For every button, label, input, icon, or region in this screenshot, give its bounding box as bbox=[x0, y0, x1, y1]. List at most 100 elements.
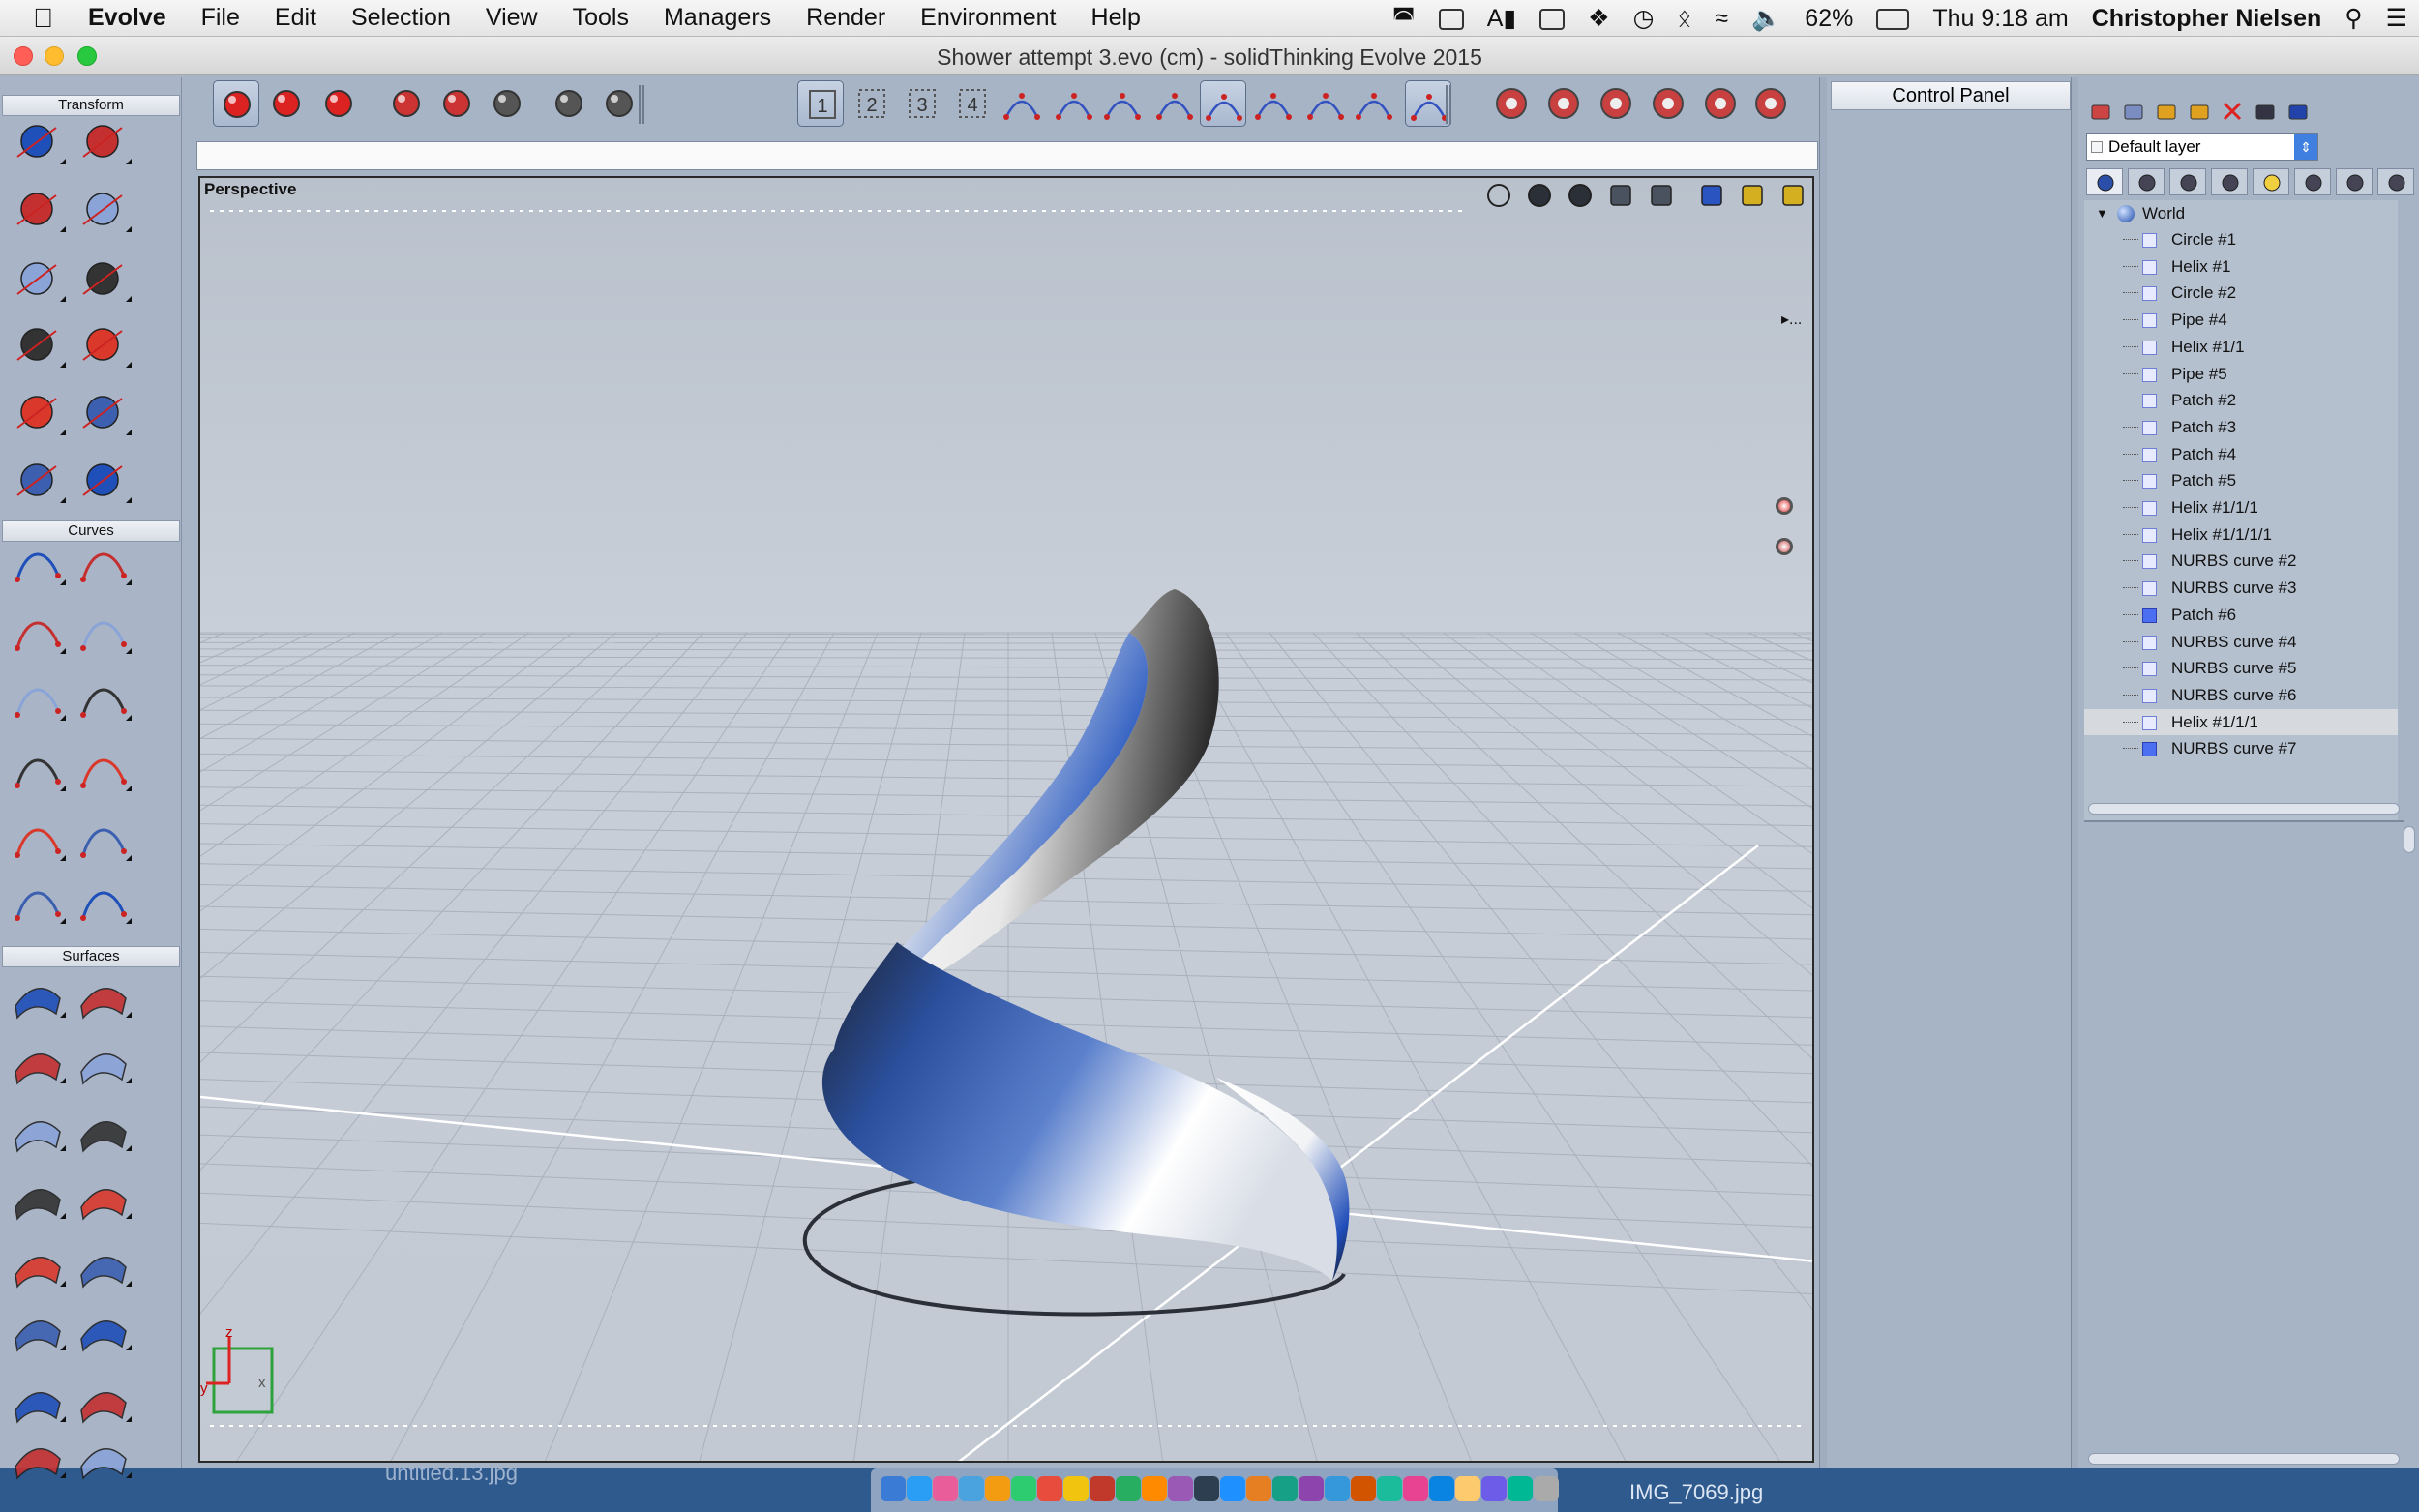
tree-item[interactable]: Helix #1/1/1 bbox=[2084, 494, 2398, 520]
browser-objects-icon[interactable] bbox=[2088, 99, 2113, 124]
palette-tool-4-icon[interactable] bbox=[75, 184, 134, 238]
browser-plane-icon[interactable] bbox=[2253, 99, 2278, 124]
disclosure-triangle-icon[interactable]: ▼ bbox=[2096, 200, 2108, 226]
dock-app-icon[interactable] bbox=[1063, 1476, 1089, 1501]
dock-app-icon[interactable] bbox=[1011, 1476, 1036, 1501]
apple-menu-icon[interactable]:  bbox=[0, 3, 71, 34]
wifi-icon[interactable]: ≈ bbox=[1703, 5, 1740, 33]
palette-tool-34-icon[interactable] bbox=[75, 1238, 134, 1292]
toolbar-render-settings-icon[interactable] bbox=[1540, 80, 1587, 127]
toolbar-grid-snap-icon[interactable] bbox=[484, 80, 530, 127]
dock-app-icon[interactable] bbox=[1299, 1476, 1324, 1501]
palette-tool-18-icon[interactable] bbox=[75, 672, 134, 726]
palette-tool-39-icon[interactable] bbox=[10, 1430, 68, 1484]
toolbar-snap-points-icon[interactable] bbox=[546, 80, 592, 127]
menu-view[interactable]: View bbox=[468, 4, 555, 32]
dock-app-icon[interactable] bbox=[1194, 1476, 1219, 1501]
dock-app-icon[interactable] bbox=[1351, 1476, 1376, 1501]
clock[interactable]: Thu 9:18 am bbox=[1921, 5, 2079, 33]
toolbar-zoom-icon[interactable] bbox=[383, 80, 430, 127]
control-panel-title[interactable]: Control Panel bbox=[1831, 81, 2071, 110]
close-window-button[interactable] bbox=[14, 46, 33, 66]
palette-tool-20-icon[interactable] bbox=[75, 743, 134, 797]
perspective-viewport[interactable]: z y x Perspective ▸... bbox=[198, 176, 1814, 1463]
screen-icon[interactable] bbox=[1528, 5, 1576, 33]
splitter-viewport-control[interactable] bbox=[1819, 77, 1827, 1468]
palette-tool-35-icon[interactable] bbox=[10, 1302, 68, 1356]
palette-tool-30-icon[interactable] bbox=[75, 1103, 134, 1157]
toolbar-material-icon[interactable] bbox=[1645, 80, 1691, 127]
time-machine-icon[interactable]: ◷ bbox=[1622, 4, 1666, 33]
palette-tool-5-icon[interactable] bbox=[10, 253, 68, 308]
tree-root-world[interactable]: ▼ World bbox=[2084, 200, 2398, 226]
dock-app-icon[interactable] bbox=[1168, 1476, 1193, 1501]
dock-app-icon[interactable] bbox=[1534, 1476, 1559, 1501]
properties-scrollbar[interactable] bbox=[2404, 826, 2415, 853]
menu-selection[interactable]: Selection bbox=[334, 4, 468, 32]
palette-tool-36-icon[interactable] bbox=[75, 1302, 134, 1356]
dock-app-icon[interactable] bbox=[1377, 1476, 1402, 1501]
spotlight-icon[interactable]: ⚲ bbox=[2333, 4, 2374, 33]
viewport-layers-icon[interactable] bbox=[1605, 180, 1636, 211]
scene-canvas[interactable]: z y x bbox=[200, 178, 1814, 1463]
viewport-box-texture-icon[interactable] bbox=[1777, 180, 1808, 211]
palette-tool-33-icon[interactable] bbox=[10, 1238, 68, 1292]
tree-item[interactable]: Patch #5 bbox=[2084, 467, 2398, 493]
toolbar-snap-b-icon[interactable] bbox=[1051, 80, 1097, 127]
toolbar-snap-g-icon[interactable] bbox=[1302, 80, 1349, 127]
palette-tool-14-icon[interactable] bbox=[75, 537, 134, 591]
palette-tool-8-icon[interactable] bbox=[75, 319, 134, 373]
tree-item[interactable]: Circle #2 bbox=[2084, 280, 2398, 306]
menu-file[interactable]: File bbox=[184, 4, 257, 32]
toolbar-view-2-icon[interactable]: 2 bbox=[848, 80, 894, 127]
browser-tab-cameras-icon[interactable] bbox=[2211, 168, 2248, 195]
menu-managers[interactable]: Managers bbox=[646, 4, 789, 32]
palette-tool-40-icon[interactable] bbox=[75, 1430, 134, 1484]
tree-item[interactable]: Patch #3 bbox=[2084, 414, 2398, 440]
browser-folder-icon[interactable] bbox=[2187, 99, 2212, 124]
dock-app-icon[interactable] bbox=[1090, 1476, 1115, 1501]
palette-tool-27-icon[interactable] bbox=[10, 1035, 68, 1089]
tree-item[interactable]: Pipe #5 bbox=[2084, 361, 2398, 387]
palette-tool-32-icon[interactable] bbox=[75, 1171, 134, 1225]
palette-tool-12-icon[interactable] bbox=[75, 455, 134, 509]
viewport-wireframe-icon[interactable] bbox=[1483, 180, 1514, 211]
tree-item[interactable]: NURBS curve #6 bbox=[2084, 682, 2398, 708]
palette-tool-17-icon[interactable] bbox=[10, 672, 68, 726]
viewport-box-yellow-icon[interactable] bbox=[1737, 180, 1768, 211]
tree-item[interactable]: Circle #1 bbox=[2084, 226, 2398, 252]
tree-item[interactable]: NURBS curve #2 bbox=[2084, 548, 2398, 574]
dock-app-icon[interactable] bbox=[1246, 1476, 1271, 1501]
menu-tools[interactable]: Tools bbox=[555, 4, 646, 32]
dock-app-icon[interactable] bbox=[881, 1476, 906, 1501]
user-name[interactable]: Christopher Nielsen bbox=[2080, 5, 2334, 33]
desktop-file-right[interactable]: IMG_7069.jpg bbox=[1629, 1480, 1763, 1505]
palette-tool-16-icon[interactable] bbox=[75, 606, 134, 660]
viewport-zoom-icon[interactable] bbox=[1776, 497, 1793, 515]
palette-tool-21-icon[interactable] bbox=[10, 813, 68, 867]
browser-open-folder-icon[interactable] bbox=[2154, 99, 2179, 124]
browser-tab-materials-icon[interactable] bbox=[2169, 168, 2206, 195]
dock-app-icon[interactable] bbox=[959, 1476, 984, 1501]
palette-tool-24-icon[interactable] bbox=[75, 875, 134, 930]
command-line-input[interactable] bbox=[196, 141, 1818, 170]
zoom-window-button[interactable] bbox=[77, 46, 97, 66]
display-icon[interactable] bbox=[1427, 5, 1476, 33]
palette-tool-19-icon[interactable] bbox=[10, 743, 68, 797]
browser-delete-icon[interactable] bbox=[2220, 99, 2245, 124]
toolbar-light-icon[interactable] bbox=[1697, 80, 1744, 127]
tree-item[interactable]: NURBS curve #4 bbox=[2084, 629, 2398, 655]
toolbar-render-env-icon[interactable] bbox=[1593, 80, 1639, 127]
toolbar-snap-a-icon[interactable] bbox=[999, 80, 1045, 127]
viewport-label[interactable]: Perspective bbox=[204, 180, 296, 199]
dock-app-icon[interactable] bbox=[1481, 1476, 1507, 1501]
dock-app-icon[interactable] bbox=[907, 1476, 932, 1501]
tree-item[interactable]: NURBS curve #3 bbox=[2084, 575, 2398, 601]
tree-item[interactable]: Patch #2 bbox=[2084, 387, 2398, 413]
toolbar-layout-icon[interactable] bbox=[1747, 80, 1794, 127]
object-tree[interactable]: ▼ World Circle #1 Helix #1 Circle #2 Pipe #… bbox=[2084, 200, 2398, 868]
volume-icon[interactable]: 🔈 bbox=[1740, 5, 1793, 33]
dock-app-icon[interactable] bbox=[1272, 1476, 1298, 1501]
dock-app-icon[interactable] bbox=[1325, 1476, 1350, 1501]
tree-horizontal-scrollbar[interactable] bbox=[2088, 803, 2400, 815]
